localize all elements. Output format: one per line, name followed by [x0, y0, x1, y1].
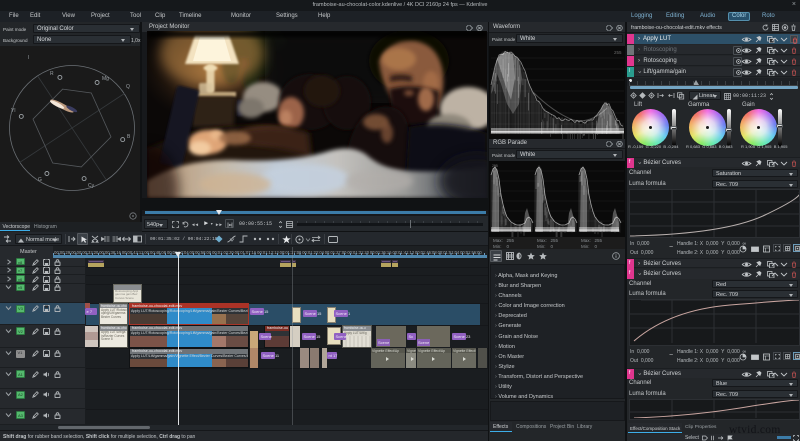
- svg-text:255: 255: [614, 50, 622, 55]
- svg-text:G: G: [38, 177, 42, 183]
- svg-text:Mg: Mg: [102, 76, 109, 82]
- svg-text:255: 255: [492, 164, 498, 168]
- svg-text:Q: Q: [126, 84, 130, 90]
- svg-text:I: I: [28, 55, 29, 61]
- svg-text:Cy: Cy: [88, 183, 95, 189]
- svg-text:Yl: Yl: [11, 108, 15, 114]
- svg-text:R: R: [50, 71, 54, 77]
- svg-text:B: B: [127, 134, 131, 140]
